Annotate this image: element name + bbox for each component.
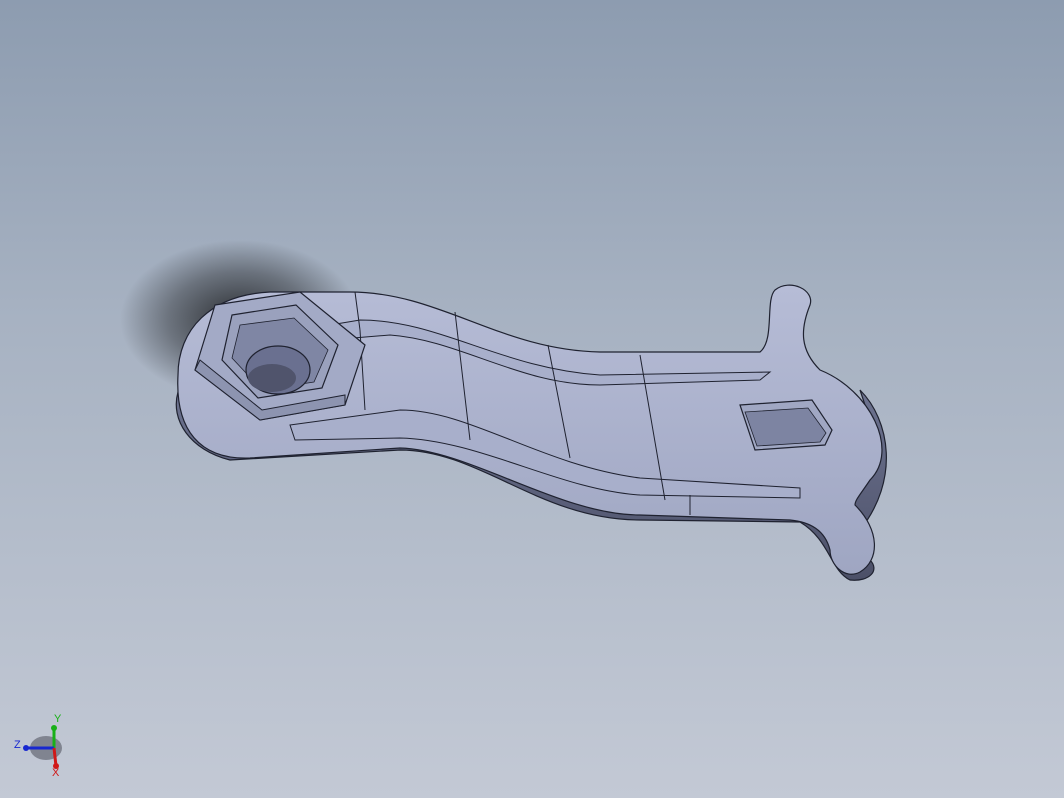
- z-axis-tip: [23, 745, 29, 751]
- x-axis-label: X: [52, 767, 60, 779]
- view-orientation-triad: Y Z X: [14, 713, 62, 779]
- bore-hole-inner: [248, 364, 296, 392]
- graphics-viewport[interactable]: Y Z X: [0, 0, 1064, 798]
- y-axis-tip: [51, 725, 57, 731]
- y-axis-label: Y: [54, 713, 62, 725]
- 3d-part-model[interactable]: [0, 0, 1064, 798]
- z-axis-label: Z: [14, 739, 21, 751]
